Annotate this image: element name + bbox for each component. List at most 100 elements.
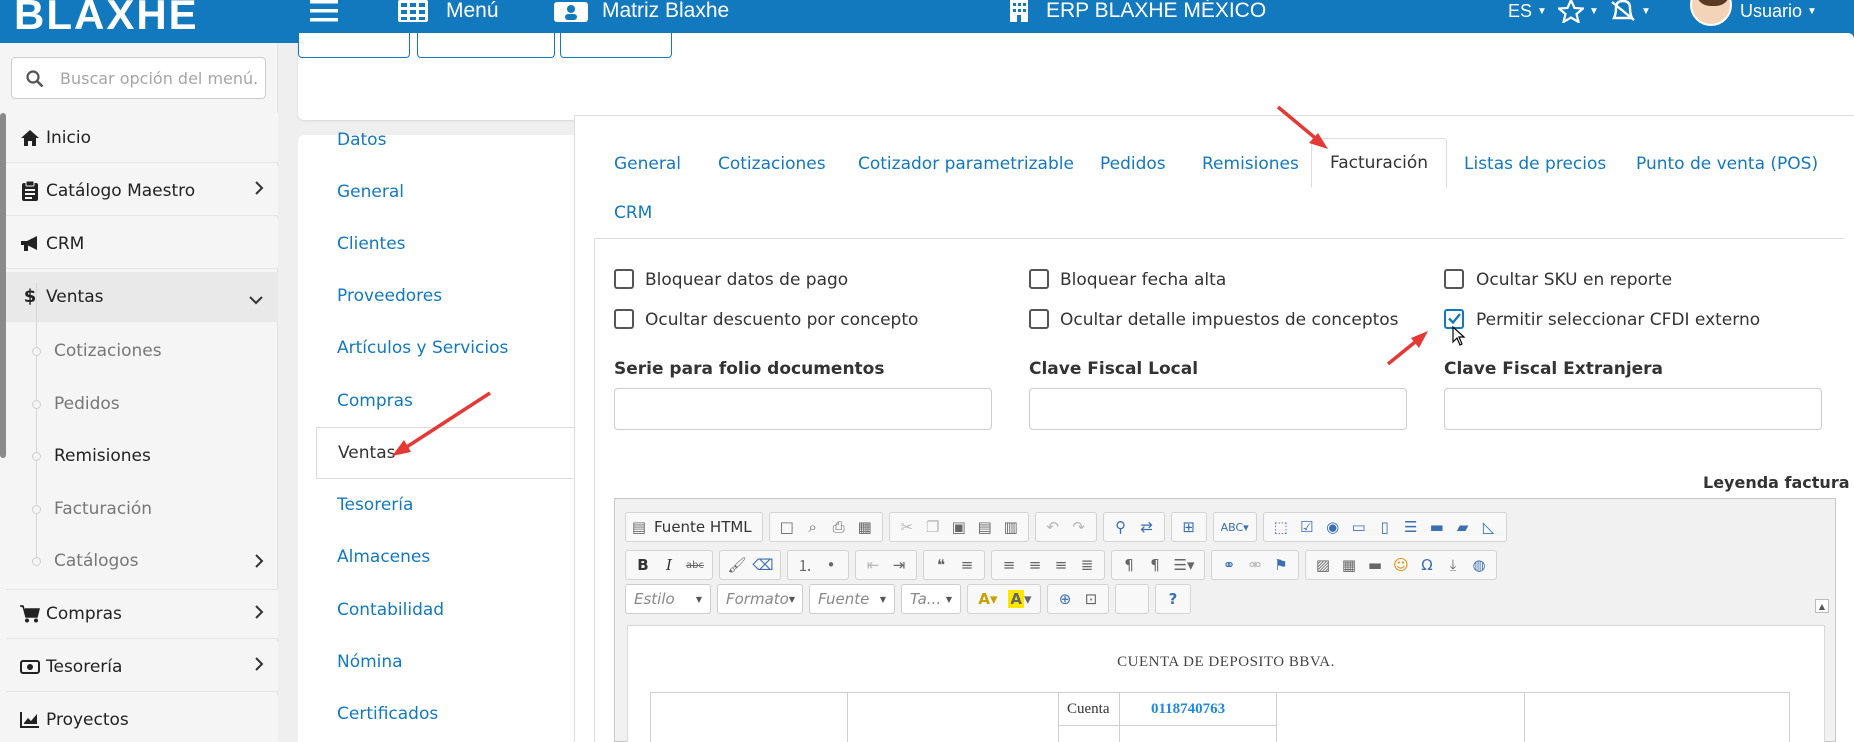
align-left-icon[interactable]: ≡ [996, 552, 1022, 578]
tab-crm[interactable]: CRM [614, 188, 652, 238]
vtab-general[interactable]: General [316, 166, 576, 218]
checkbox-icon[interactable]: ☑ [1294, 514, 1320, 540]
vtab-certificados[interactable]: Certificados [316, 688, 576, 740]
vtab-proveedores[interactable]: Proveedores [316, 270, 576, 322]
bulleted-list-icon[interactable]: • [818, 552, 844, 578]
ocultar-detalle-impuestos-checkbox[interactable] [1029, 309, 1049, 329]
language-icon[interactable]: ☰▾ [1168, 552, 1200, 578]
sidebar-item-compras[interactable]: Compras [6, 589, 278, 639]
vtab-ventas[interactable]: Ventas [316, 427, 576, 479]
top-panel-button[interactable] [560, 33, 672, 58]
vtab-articulos-servicios[interactable]: Artículos y Servicios [316, 322, 576, 374]
sidebar-subitem-catalogos[interactable]: Catálogos [6, 535, 278, 587]
tab-punto-de-venta[interactable]: Punto de venta (POS) [1636, 140, 1818, 188]
show-blocks-icon[interactable]: ⊡ [1078, 586, 1104, 612]
paste-text-icon[interactable]: ▤ [972, 514, 998, 540]
sidebar-item-proyectos[interactable]: Proyectos [6, 695, 278, 742]
menu-button[interactable]: Menú [398, 0, 499, 22]
textarea-icon[interactable]: ▯ [1372, 514, 1398, 540]
strike-icon[interactable]: abc [682, 552, 708, 578]
tab-cotizaciones[interactable]: Cotizaciones [718, 140, 826, 188]
vtab-clientes[interactable]: Clientes [316, 218, 576, 270]
preview-icon[interactable]: ⌕ [800, 514, 826, 540]
clave-fiscal-local-input[interactable] [1029, 388, 1407, 430]
spellcheck-icon[interactable]: ABC▾ [1218, 514, 1252, 540]
format-combo[interactable]: Formato ▼ [717, 584, 803, 614]
hamburger-menu-button[interactable] [310, 0, 338, 22]
horizontal-line-icon[interactable]: ▬ [1362, 552, 1388, 578]
italic-icon[interactable]: I [656, 552, 682, 578]
sidebar-item-ventas[interactable]: $ Ventas [6, 272, 278, 322]
vtab-almacenes[interactable]: Almacenes [316, 531, 576, 583]
vtab-nomina[interactable]: Nómina [316, 636, 576, 688]
vtab-datos[interactable]: Datos [316, 114, 576, 166]
clave-fiscal-extranjera-input[interactable] [1444, 388, 1822, 430]
favorites-button[interactable]: ▼ [1558, 0, 1599, 23]
text-color-icon[interactable]: A▾ [972, 586, 1004, 612]
templates-icon[interactable]: ▦ [852, 514, 878, 540]
print-icon[interactable]: ⎙ [826, 514, 852, 540]
vtab-compras[interactable]: Compras [316, 375, 576, 427]
top-panel-button[interactable] [298, 33, 410, 58]
table-icon[interactable]: ▦ [1336, 552, 1362, 578]
redo-icon[interactable]: ↷ [1066, 514, 1092, 540]
image-button-icon[interactable]: ▰ [1450, 514, 1476, 540]
special-char-icon[interactable]: Ω [1414, 552, 1440, 578]
vtab-contabilidad[interactable]: Contabilidad [316, 584, 576, 636]
font-size-combo[interactable]: Ta... ▼ [901, 584, 961, 614]
form-icon[interactable]: ⬚ [1268, 514, 1294, 540]
app-logo[interactable]: BLAXHE [14, 0, 199, 39]
bloquear-datos-pago-checkbox[interactable] [614, 269, 634, 289]
matriz-button[interactable]: Matriz Blaxhe [554, 0, 729, 22]
tab-cotizador-parametrizable[interactable]: Cotizador parametrizable [858, 140, 1074, 188]
justify-icon[interactable]: ≣ [1074, 552, 1100, 578]
language-selector[interactable]: ES ▼ [1508, 0, 1547, 22]
sidebar-subitem-remisiones[interactable]: Remisiones [6, 430, 278, 482]
sidebar-item-tesoreria[interactable]: Tesorería [6, 642, 278, 692]
company-selector[interactable]: ERP BLAXHE MÉXICO [1008, 0, 1266, 22]
image-icon[interactable]: ▨ [1310, 552, 1336, 578]
copy-icon[interactable]: ❐ [920, 514, 946, 540]
menu-search-input[interactable] [60, 66, 260, 90]
collapse-toolbar-button[interactable]: ▲ [1815, 599, 1829, 613]
paste-word-icon[interactable]: ▥ [998, 514, 1024, 540]
maximize-icon[interactable]: ⊕ [1052, 586, 1078, 612]
notifications-button[interactable]: ▼ [1610, 0, 1651, 22]
textfield-icon[interactable]: ▭ [1346, 514, 1372, 540]
remove-format-icon[interactable]: ⌫ [750, 552, 776, 578]
ltr-icon[interactable]: ¶ [1116, 552, 1142, 578]
serie-folio-input[interactable] [614, 388, 992, 430]
editor-content-area[interactable]: CUENTA DE DEPOSITO BBVA. Cuenta 01187407… [627, 625, 1825, 742]
indent-icon[interactable]: ⇥ [886, 552, 912, 578]
hidden-field-icon[interactable]: ◺ [1476, 514, 1502, 540]
tab-remisiones[interactable]: Remisiones [1202, 140, 1299, 188]
iframe-icon[interactable]: ◍ [1466, 552, 1492, 578]
outdent-icon[interactable]: ⇤ [860, 552, 886, 578]
undo-icon[interactable]: ↶ [1040, 514, 1066, 540]
link-icon[interactable]: ⚭ [1216, 552, 1242, 578]
div-container-icon[interactable]: ≡ [954, 552, 980, 578]
blockquote-icon[interactable]: ❝ [928, 552, 954, 578]
copy-format-icon[interactable]: 🖌 [724, 552, 750, 578]
paste-icon[interactable]: ▣ [946, 514, 972, 540]
new-page-icon[interactable]: □ [774, 514, 800, 540]
radio-icon[interactable]: ◉ [1320, 514, 1346, 540]
help-icon[interactable]: ? [1160, 586, 1186, 612]
sidebar-subitem-facturacion[interactable]: Facturación [6, 483, 278, 535]
vtab-tesoreria[interactable]: Tesorería [316, 479, 576, 531]
smiley-icon[interactable]: ☺ [1388, 552, 1414, 578]
find-icon[interactable]: ⚲ [1108, 514, 1134, 540]
sidebar-item-crm[interactable]: CRM [6, 219, 278, 269]
replace-icon[interactable]: ⇄ [1134, 514, 1160, 540]
anchor-flag-icon[interactable]: ⚑ [1268, 552, 1294, 578]
align-right-icon[interactable]: ≡ [1048, 552, 1074, 578]
user-avatar[interactable] [1690, 0, 1732, 26]
numbered-list-icon[interactable]: ⒈ [792, 552, 818, 578]
tab-listas-de-precios[interactable]: Listas de precios [1464, 140, 1606, 188]
cut-icon[interactable]: ✂ [894, 514, 920, 540]
tab-pedidos[interactable]: Pedidos [1100, 140, 1166, 188]
top-panel-button[interactable] [417, 33, 555, 58]
sidebar-item-catalogo-maestro[interactable]: Catálogo Maestro [6, 166, 278, 216]
sidebar-item-inicio[interactable]: Inicio [6, 113, 278, 163]
tab-general[interactable]: General [614, 140, 681, 188]
